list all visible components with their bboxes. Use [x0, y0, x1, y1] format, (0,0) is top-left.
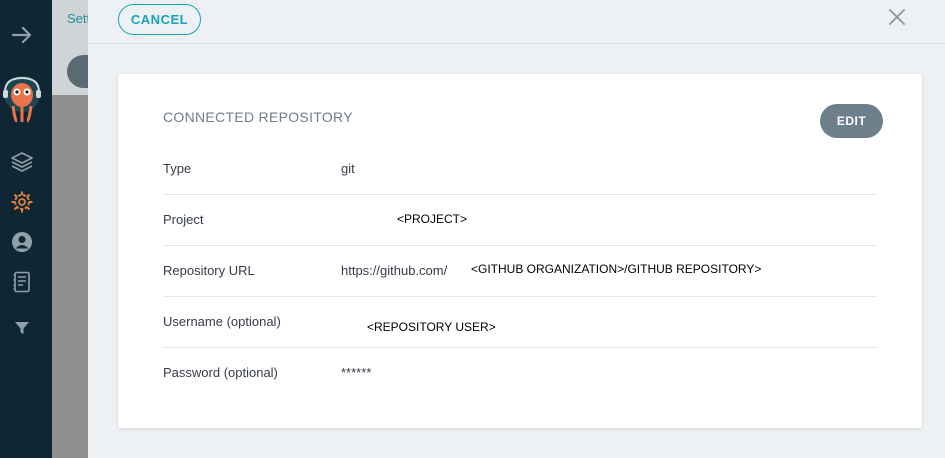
row-label: Username (optional): [163, 314, 281, 329]
close-icon[interactable]: [887, 7, 907, 27]
breadcrumb: Sett: [67, 11, 91, 26]
row-value: ******: [341, 365, 372, 380]
argo-avatar-icon[interactable]: [0, 74, 44, 124]
arrow-right-icon[interactable]: [0, 20, 44, 50]
row-repository-url: Repository URL https://github.com/ <GITH…: [163, 246, 877, 297]
row-label: Repository URL: [163, 263, 255, 278]
row-type: Type git: [163, 144, 877, 195]
layers-icon[interactable]: [0, 147, 44, 177]
row-label: Project: [163, 212, 204, 227]
filter-icon[interactable]: [0, 313, 44, 343]
user-icon[interactable]: [0, 227, 44, 257]
docs-icon[interactable]: [0, 267, 44, 297]
page-topbar: Sett: [52, 0, 107, 95]
app-sidebar: [0, 0, 52, 458]
row-value-extra: <GITHUB ORGANIZATION>/GITHUB REPOSITORY>: [471, 262, 762, 276]
edit-button[interactable]: EDIT: [820, 104, 883, 138]
row-label: Type: [163, 161, 192, 176]
row-password: Password (optional) ******: [163, 348, 877, 398]
connected-repository-card: CONNECTED REPOSITORY EDIT Type git Proje…: [118, 74, 922, 428]
row-value: <PROJECT>: [397, 212, 468, 226]
row-label: Password (optional): [163, 365, 278, 380]
cancel-button[interactable]: CANCEL: [118, 4, 201, 35]
row-project: Project <PROJECT>: [163, 195, 877, 246]
settings-gear-icon[interactable]: [0, 187, 44, 217]
panel-header: CANCEL: [88, 0, 945, 44]
page-backdrop: Sett: [52, 0, 107, 458]
row-value: https://github.com/: [341, 263, 448, 278]
row-username: Username (optional) <REPOSITORY USER>: [163, 297, 877, 348]
repository-panel: CANCEL CONNECTED REPOSITORY EDIT Type gi…: [88, 0, 945, 458]
row-value: git: [341, 161, 355, 176]
card-title: CONNECTED REPOSITORY: [163, 109, 353, 125]
row-value: <REPOSITORY USER>: [367, 320, 496, 334]
